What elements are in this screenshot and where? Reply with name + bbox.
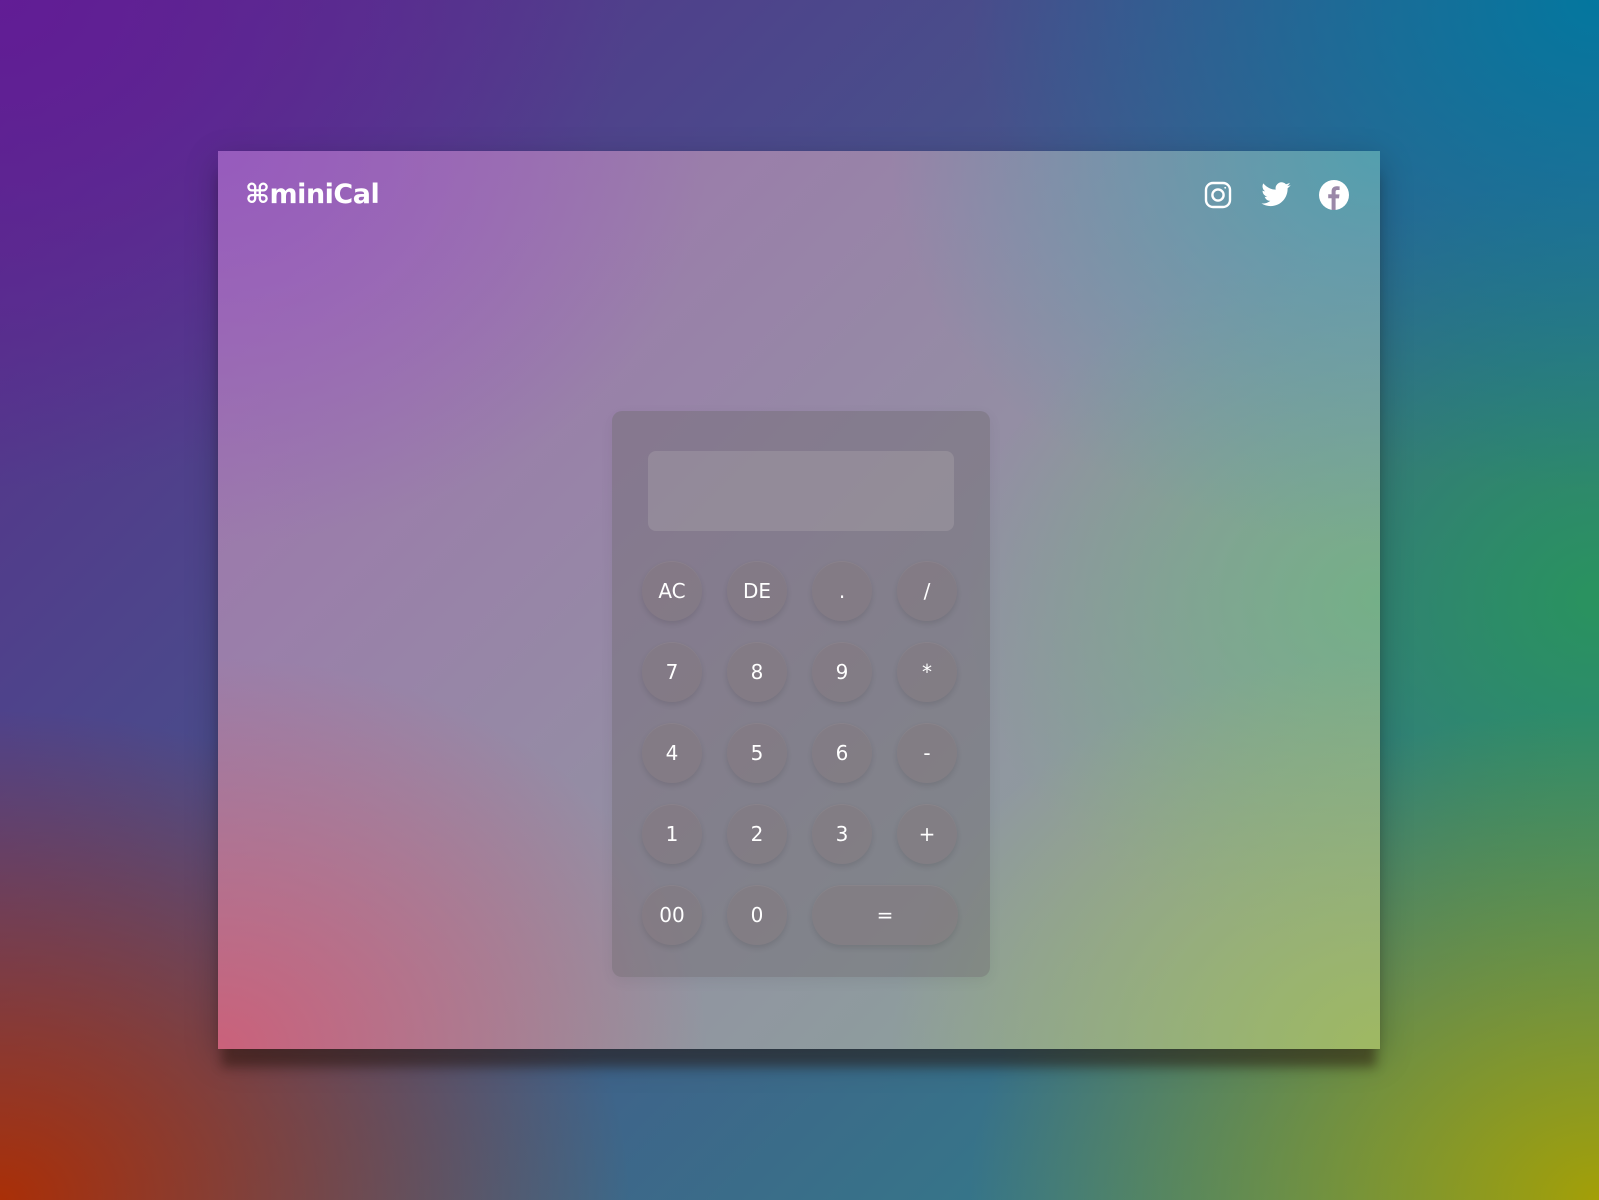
key-1[interactable]: 1	[642, 804, 702, 864]
app-window: ⌘miniCal AC DE . / 7 8 9 * 4 5 6 - 1 2 3…	[218, 151, 1380, 1049]
key-9[interactable]: 9	[812, 642, 872, 702]
key-0[interactable]: 0	[727, 885, 787, 945]
key-multiply[interactable]: *	[897, 642, 957, 702]
key-subtract[interactable]: -	[897, 723, 957, 783]
key-equals[interactable]: =	[812, 885, 958, 945]
calculator-display[interactable]	[648, 451, 954, 531]
key-6[interactable]: 6	[812, 723, 872, 783]
key-delete[interactable]: DE	[727, 561, 787, 621]
key-7[interactable]: 7	[642, 642, 702, 702]
facebook-icon[interactable]	[1318, 179, 1350, 211]
twitter-icon[interactable]	[1260, 179, 1292, 211]
key-add[interactable]: +	[897, 804, 957, 864]
key-8[interactable]: 8	[727, 642, 787, 702]
social-links	[1202, 179, 1350, 211]
brand-logo: ⌘miniCal	[245, 179, 380, 210]
key-divide[interactable]: /	[897, 561, 957, 621]
key-4[interactable]: 4	[642, 723, 702, 783]
calculator: AC DE . / 7 8 9 * 4 5 6 - 1 2 3 + 00 0 =	[612, 411, 990, 977]
key-double-zero[interactable]: 00	[642, 885, 702, 945]
instagram-icon[interactable]	[1202, 179, 1234, 211]
key-all-clear[interactable]: AC	[642, 561, 702, 621]
key-5[interactable]: 5	[727, 723, 787, 783]
key-2[interactable]: 2	[727, 804, 787, 864]
key-3[interactable]: 3	[812, 804, 872, 864]
key-decimal[interactable]: .	[812, 561, 872, 621]
